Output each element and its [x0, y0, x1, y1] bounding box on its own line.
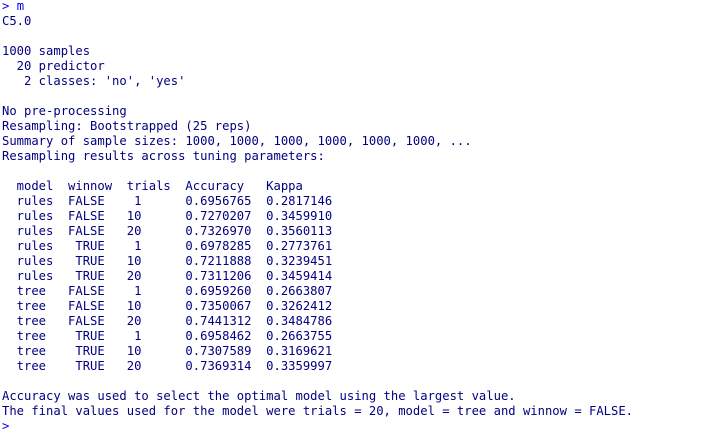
- output-line: No pre-processing: [2, 104, 127, 118]
- output-line: tree TRUE 10 0.7307589 0.3169621: [2, 344, 333, 358]
- output-line: tree FALSE 10 0.7350067 0.3262412: [2, 299, 333, 313]
- output-line: tree TRUE 1 0.6958462 0.2663755: [2, 329, 333, 343]
- output-line: rules TRUE 20 0.7311206 0.3459414: [2, 269, 333, 283]
- output-line: rules TRUE 1 0.6978285 0.2773761: [2, 239, 333, 253]
- output-line: tree FALSE 20 0.7441312 0.3484786: [2, 314, 333, 328]
- output-line: 20 predictor: [2, 59, 105, 73]
- console-output: C5.0 1000 samples 20 predictor 2 classes:…: [2, 14, 708, 419]
- output-line: Accuracy was used to select the optimal …: [2, 389, 516, 403]
- output-line: C5.0: [2, 14, 32, 28]
- output-line: 1000 samples: [2, 44, 91, 58]
- output-line: Resampling results across tuning paramet…: [2, 149, 325, 163]
- command-line: > m: [2, 0, 708, 14]
- output-line: model winnow trials Accuracy Kappa: [2, 179, 303, 193]
- output-line: 2 classes: 'no', 'yes': [2, 74, 186, 88]
- output-line: Summary of sample sizes: 1000, 1000, 100…: [2, 134, 472, 148]
- output-line: rules FALSE 20 0.7326970 0.3560113: [2, 224, 333, 238]
- output-line: The final values used for the model were…: [2, 404, 634, 418]
- output-line: tree FALSE 1 0.6959260 0.2663807: [2, 284, 333, 298]
- output-line: rules TRUE 10 0.7211888 0.3239451: [2, 254, 333, 268]
- console-prompt: >: [2, 0, 10, 13]
- r-console[interactable]: > m C5.0 1000 samples 20 predictor 2 clas…: [2, 0, 708, 433]
- output-line: tree TRUE 20 0.7369314 0.3359997: [2, 359, 333, 373]
- output-line: rules FALSE 1 0.6956765 0.2817146: [2, 194, 333, 208]
- console-prompt: >: [2, 419, 10, 433]
- entered-command: m: [16, 0, 25, 13]
- output-line: Resampling: Bootstrapped (25 reps): [2, 119, 252, 133]
- input-prompt-line[interactable]: >: [2, 419, 708, 434]
- output-line: rules FALSE 10 0.7270207 0.3459910: [2, 209, 333, 223]
